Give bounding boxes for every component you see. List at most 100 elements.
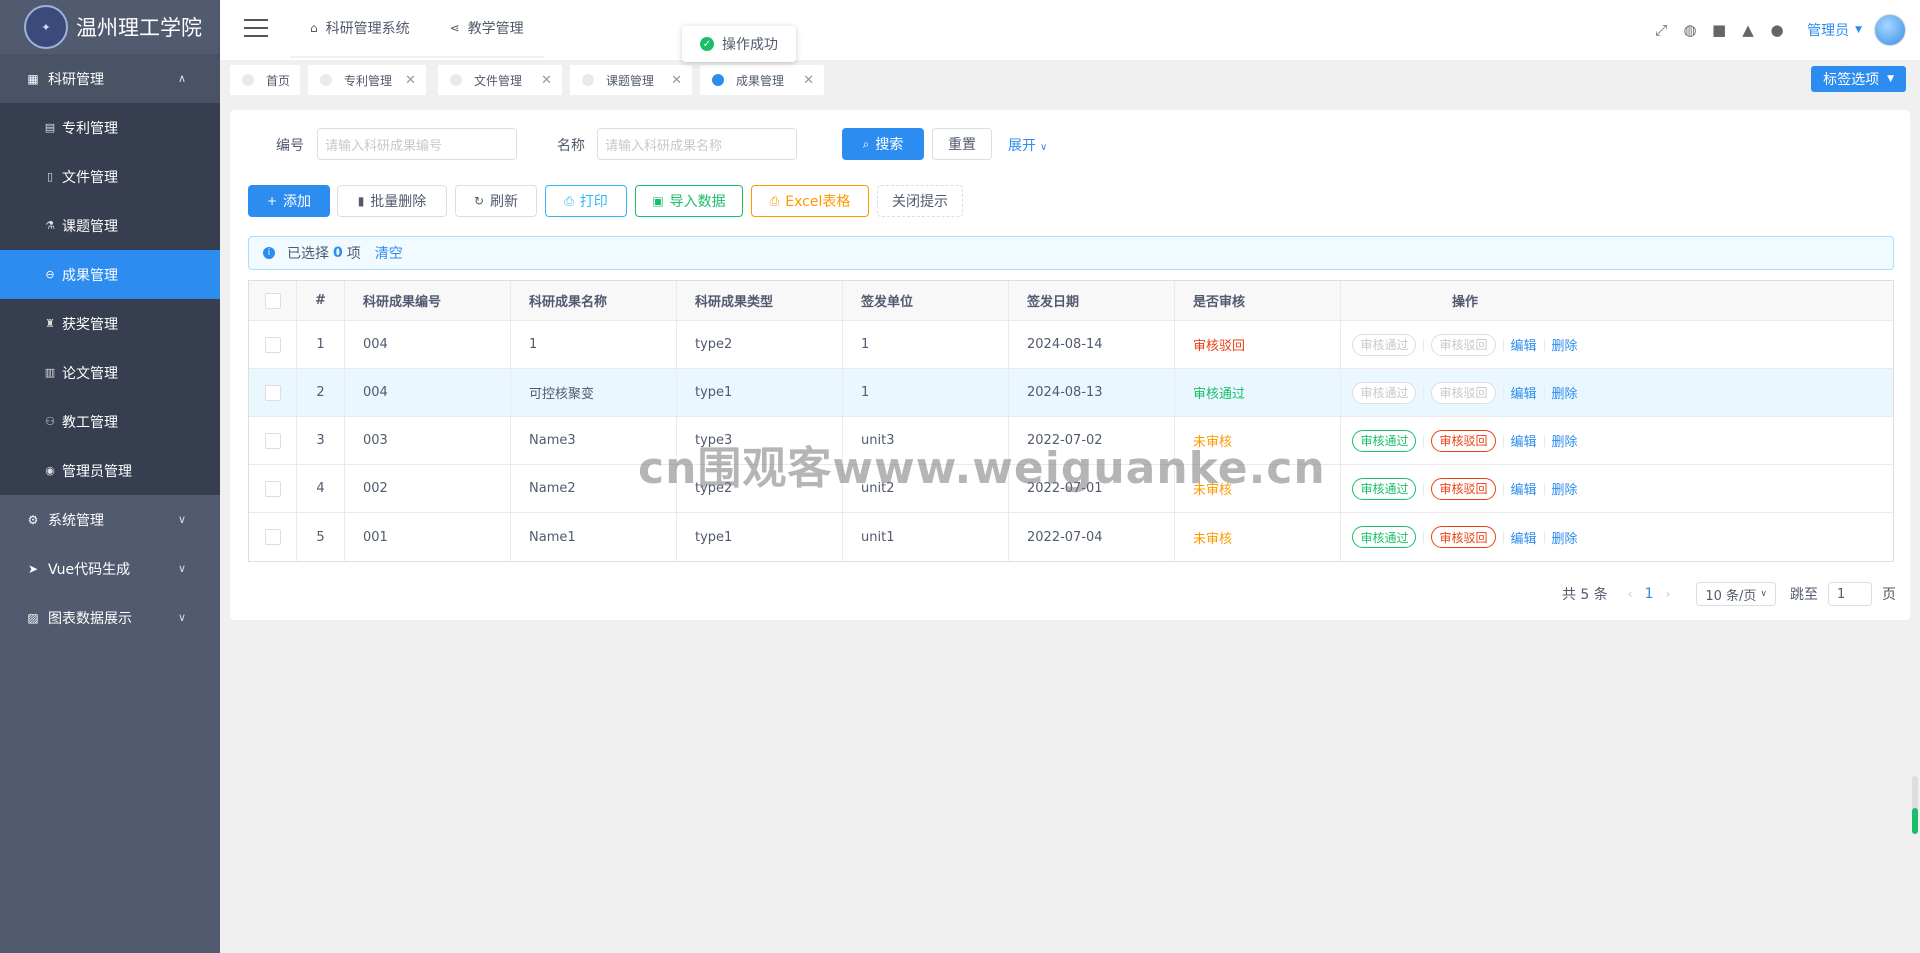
tag-achievement[interactable]: 成果管理 ✕ — [700, 65, 824, 95]
toast-text: 操作成功 — [722, 37, 778, 53]
approve-button[interactable]: 审核通过 — [1352, 526, 1417, 548]
github-icon[interactable]: ● — [1767, 20, 1787, 40]
tag-patent[interactable]: 专利管理 ✕ — [308, 65, 426, 95]
sidebar-item[interactable]: ♜ 获奖管理 — [0, 299, 220, 348]
close-icon[interactable]: ✕ — [671, 73, 682, 88]
name-search-input[interactable]: 请输入科研成果名称 — [597, 128, 797, 160]
reject-button[interactable]: 审核驳回 — [1431, 477, 1496, 500]
sidebar-item[interactable]: ◉ 管理员管理 — [0, 446, 220, 495]
achievement-type: type1 — [677, 513, 843, 561]
top-nav-research[interactable]: ⌂ 科研管理系统 — [290, 0, 430, 58]
refresh-button[interactable]: ↻ 刷新 — [455, 185, 537, 217]
edit-link[interactable]: 编辑 — [1511, 479, 1537, 498]
table-row[interactable]: 1 004 1 type2 1 2024-08-14 审核驳回 审核通过 审核驳回 编辑 删除 — [249, 321, 1893, 369]
reject-button[interactable]: 审核驳回 — [1431, 429, 1496, 452]
reject-button[interactable]: 审核驳回 — [1431, 333, 1496, 356]
prev-page-icon[interactable]: ‹ — [1628, 587, 1633, 601]
printer-icon: ⎙ — [564, 193, 574, 208]
review-status: 审核驳回 — [1175, 321, 1341, 368]
column-header: 科研成果类型 — [677, 281, 843, 320]
approve-button[interactable]: 审核通过 — [1352, 477, 1417, 500]
tag-file[interactable]: 文件管理 ✕ — [438, 65, 562, 95]
sidebar-item[interactable]: ▥ 论文管理 — [0, 348, 220, 397]
edit-link[interactable]: 编辑 — [1511, 528, 1537, 547]
sidebar-item[interactable]: ▤ 专利管理 — [0, 103, 220, 152]
menu-toggle-icon[interactable] — [244, 19, 268, 39]
delete-link[interactable]: 删除 — [1552, 528, 1578, 547]
batch-delete-button[interactable]: ▮ 批量删除 — [337, 185, 447, 217]
import-button[interactable]: ▣ 导入数据 — [635, 185, 743, 217]
sidebar-group[interactable]: ▨ 图表数据展示 ∨ — [0, 593, 220, 642]
print-button[interactable]: ⎙ 打印 — [545, 185, 627, 217]
excel-button[interactable]: ⎙ Excel表格 — [751, 185, 869, 217]
select-all-checkbox[interactable] — [264, 292, 281, 309]
row-checkbox[interactable] — [264, 432, 281, 449]
sidebar-item[interactable]: ⚗ 课题管理 — [0, 201, 220, 250]
sidebar-item[interactable]: ⚇ 教工管理 — [0, 397, 220, 446]
search-button[interactable]: ⌕ 搜索 — [842, 128, 924, 160]
reject-button[interactable]: 审核驳回 — [1431, 526, 1496, 548]
row-checkbox[interactable] — [264, 384, 281, 401]
sidebar-item[interactable]: ▯ 文件管理 — [0, 152, 220, 201]
row-checkbox[interactable] — [264, 336, 281, 353]
approve-button[interactable]: 审核通过 — [1352, 429, 1417, 452]
delete-link[interactable]: 删除 — [1552, 335, 1578, 354]
close-icon[interactable]: ✕ — [405, 73, 416, 88]
sidebar-group[interactable]: ⚙ 系统管理 ∨ — [0, 495, 220, 544]
reject-button[interactable]: 审核驳回 — [1431, 381, 1496, 404]
avatar[interactable] — [1874, 14, 1906, 46]
sidebar-item[interactable]: ⊖ 成果管理 — [0, 250, 220, 299]
scroll-indicator[interactable] — [1912, 776, 1918, 834]
close-tip-button[interactable]: 关闭提示 — [877, 185, 963, 217]
lock-icon[interactable]: ■ — [1709, 20, 1729, 40]
table-row[interactable]: 5 001 Name1 type1 unit1 2022-07-04 未审核 审核通过 审核驳回… — [249, 513, 1893, 561]
delete-link[interactable]: 删除 — [1552, 383, 1578, 402]
sidebar-item-label: 成果管理 — [62, 267, 118, 284]
sidebar-group[interactable]: ▦ 科研管理 ∧ — [0, 54, 220, 103]
user-menu[interactable]: 管理员 ▼ — [1807, 20, 1862, 40]
issue-date: 2022-07-04 — [1009, 513, 1175, 561]
globe-icon[interactable]: ◍ — [1680, 20, 1700, 40]
search-form: 编号 请输入科研成果编号 名称 请输入科研成果名称 ⌕ 搜索 重置 — [230, 128, 1910, 160]
jump-page-input[interactable]: 1 — [1828, 582, 1872, 606]
approve-button[interactable]: 审核通过 — [1352, 381, 1417, 404]
batch-delete-label: 批量删除 — [370, 194, 427, 210]
review-status: 审核通过 — [1175, 369, 1341, 416]
tag-dot-icon — [712, 74, 724, 86]
reset-button[interactable]: 重置 — [932, 128, 992, 160]
actions-cell: 审核通过 审核驳回 编辑 删除 — [1341, 369, 1589, 416]
delete-link[interactable]: 删除 — [1552, 431, 1578, 450]
issuing-unit: 1 — [843, 369, 1009, 416]
edit-link[interactable]: 编辑 — [1511, 335, 1537, 354]
trophy-icon: ♜ — [45, 317, 55, 330]
next-page-icon[interactable]: › — [1666, 587, 1671, 601]
table-row[interactable]: 2 004 可控核聚变 type1 1 2024-08-13 审核通过 审核通过 审核驳回 编辑删… — [249, 369, 1893, 417]
issuing-unit: 1 — [843, 321, 1009, 368]
page-size-select[interactable]: 10 条/页 ∨ — [1696, 582, 1776, 606]
actions-cell: 审核通过 审核驳回 编辑 删除 — [1341, 417, 1589, 464]
edit-link[interactable]: 编辑 — [1511, 431, 1537, 450]
close-icon[interactable]: ✕ — [541, 73, 552, 88]
row-checkbox[interactable] — [264, 480, 281, 497]
row-checkbox[interactable] — [264, 529, 281, 545]
expand-link[interactable]: 展开 ∨ — [1008, 135, 1047, 155]
delete-link[interactable]: 删除 — [1552, 479, 1578, 498]
approve-button[interactable]: 审核通过 — [1352, 333, 1417, 356]
bell-icon[interactable]: ▲ — [1738, 20, 1758, 40]
sidebar-group[interactable]: ➤ Vue代码生成 ∨ — [0, 544, 220, 593]
top-nav-teaching[interactable]: ⋖ 教学管理 — [429, 0, 544, 58]
tag-topic[interactable]: 课题管理 ✕ — [570, 65, 692, 95]
fullscreen-icon[interactable]: ⤢ — [1651, 20, 1671, 40]
id-search-input[interactable]: 请输入科研成果编号 — [317, 128, 517, 160]
checkbox-cell — [249, 369, 297, 416]
close-icon[interactable]: ✕ — [803, 73, 814, 88]
tag-home[interactable]: 首页 — [230, 65, 300, 95]
page-suffix: 页 — [1882, 587, 1896, 603]
chevron-down-icon: ∨ — [177, 611, 186, 624]
clear-selection-link[interactable]: 清空 — [375, 243, 403, 263]
edit-link[interactable]: 编辑 — [1511, 383, 1537, 402]
tag-options-button[interactable]: 标签选项 ▼ — [1811, 66, 1906, 92]
page-number[interactable]: 1 — [1645, 586, 1654, 602]
add-button[interactable]: + 添加 — [248, 185, 330, 217]
actions-cell: 审核通过 审核驳回 编辑 删除 — [1341, 465, 1589, 512]
